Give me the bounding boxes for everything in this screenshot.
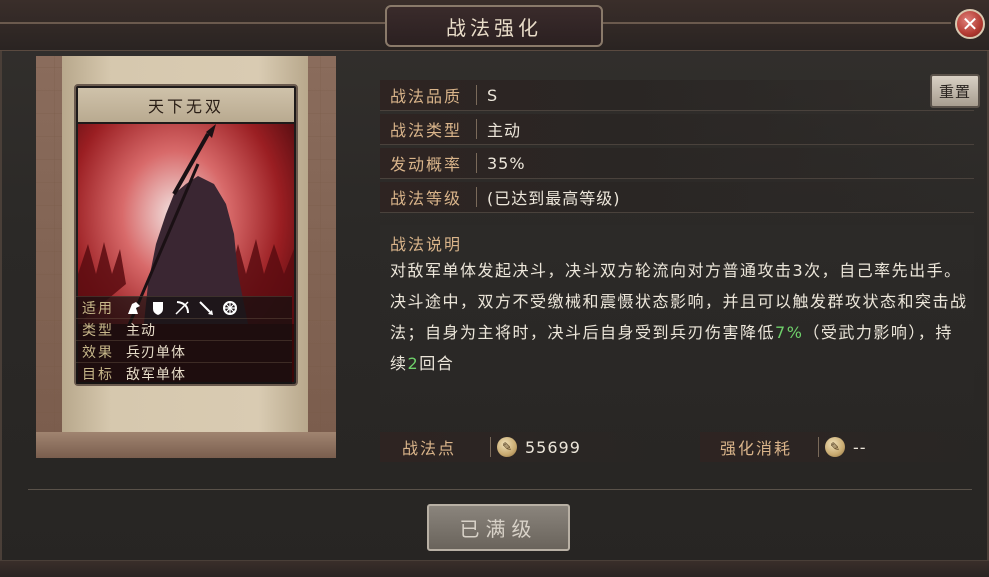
shield-icon — [150, 300, 166, 316]
upgrade-cost-label: 强化消耗 — [720, 439, 793, 458]
wheel-icon — [222, 300, 238, 316]
cavalry-icon — [126, 300, 142, 316]
card-row-value: 兵刃单体 — [126, 344, 186, 361]
skill-point-icon: ✎ — [497, 437, 517, 457]
skill-point-icon: ✎ — [825, 437, 845, 457]
skill-type-label: 战法类型 — [390, 121, 463, 140]
upgrade-cost-row: 强化消耗 ✎ -- — [700, 432, 976, 462]
close-icon: ✕ — [961, 12, 979, 36]
bow-icon — [174, 300, 190, 316]
scroll-foot — [36, 432, 336, 458]
divider — [28, 489, 972, 490]
upgrade-cost-value: -- — [853, 437, 867, 457]
applicable-troops — [126, 300, 238, 316]
card-row-target: 目标 敌军单体 — [76, 362, 292, 384]
bottom-border — [0, 560, 989, 577]
skill-quality-value: S — [487, 85, 499, 105]
card-row-key: 效果 — [82, 344, 114, 361]
skill-points-value: 55699 — [525, 437, 581, 457]
trigger-rate-row: 发动概率 35% — [380, 148, 974, 179]
dialog-title: 战法强化 — [385, 5, 603, 47]
card-row-key: 类型 — [82, 322, 114, 339]
skill-points-label: 战法点 — [402, 439, 457, 458]
separator — [476, 187, 477, 207]
skill-description-text: 对敌军单体发起决斗，决斗双方轮流向对方普通攻击3次，自己率先出手。决斗途中，双方… — [390, 255, 968, 379]
card-row-type: 类型 主动 — [76, 318, 292, 340]
close-button[interactable]: ✕ — [955, 9, 985, 39]
trigger-rate-value: 35% — [487, 153, 526, 173]
separator — [818, 437, 819, 457]
description-part3: 回合 — [419, 354, 455, 373]
skill-level-row: 战法等级 (已达到最高等级) — [380, 182, 974, 213]
skill-description-panel: 战法说明 对敌军单体发起决斗，决斗双方轮流向对方普通攻击3次，自己率先出手。决斗… — [380, 225, 974, 425]
skill-level-label: 战法等级 — [390, 189, 463, 208]
card-row-value: 主动 — [126, 322, 156, 339]
skill-type-value: 主动 — [487, 121, 522, 140]
separator — [476, 119, 477, 139]
card-row-key: 适用 — [82, 300, 114, 317]
description-highlight-turns: 2 — [407, 354, 420, 373]
reset-button[interactable]: 重置 — [930, 74, 980, 108]
skill-level-value: (已达到最高等级) — [487, 189, 621, 208]
card-row-value: 敌军单体 — [126, 366, 186, 383]
skill-points-row: 战法点 ✎ 55699 — [380, 432, 648, 462]
skill-type-row: 战法类型 主动 — [380, 114, 974, 145]
card-row-effect: 效果 兵刃单体 — [76, 340, 292, 362]
separator — [476, 85, 477, 105]
skill-card-name: 天下无双 — [78, 88, 294, 122]
skill-quality-row: 战法品质 S — [380, 80, 974, 111]
card-row-key: 目标 — [82, 366, 114, 383]
card-row-applies: 适用 — [76, 296, 292, 318]
trigger-rate-label: 发动概率 — [390, 155, 463, 174]
skill-description-label: 战法说明 — [390, 235, 463, 254]
max-level-button[interactable]: 已满级 — [427, 504, 570, 551]
skill-quality-label: 战法品质 — [390, 87, 463, 106]
separator — [490, 437, 491, 457]
description-highlight-percent: 7% — [775, 323, 804, 342]
spear-icon — [198, 300, 214, 316]
separator — [476, 153, 477, 173]
